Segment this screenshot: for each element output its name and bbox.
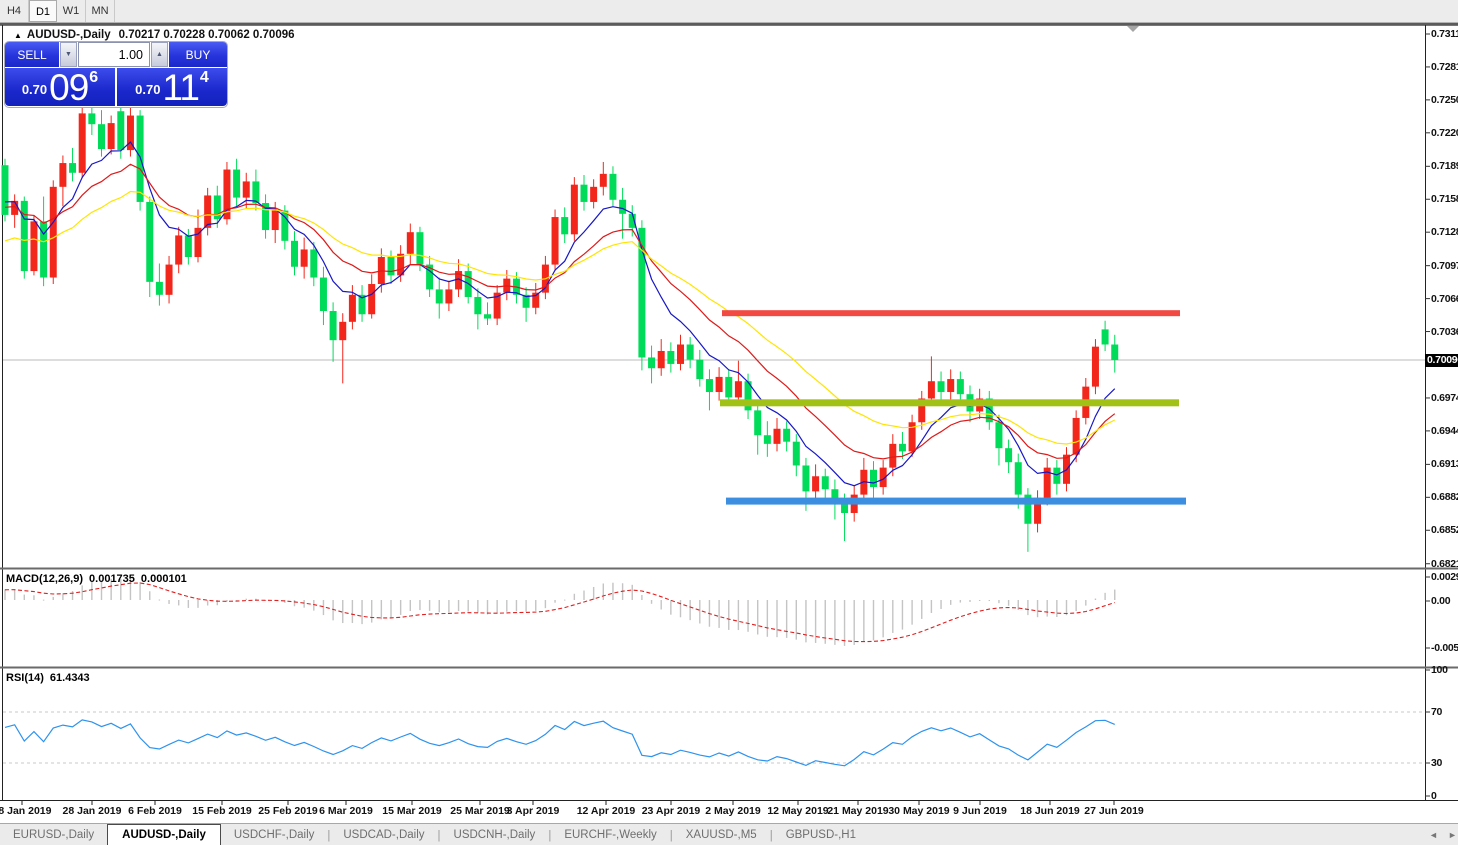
price-axis-label: 0.72505 (1431, 93, 1458, 106)
buy-price-prefix: 0.70 (135, 82, 161, 97)
date-axis-label: 18 Jun 2019 (1020, 805, 1080, 817)
macd-indicator-label: MACD(12,26,9) 0.001735 0.000101 (6, 573, 187, 585)
chart-shift-triangle-icon[interactable] (1127, 26, 1139, 32)
candles[interactable] (1, 97, 1119, 552)
one-click-trading-panel: SELL ▼ 1.00 ▲ BUY 0.70 09 6 0.70 11 4 (5, 42, 227, 107)
price-axis-label: 0.72200 (1431, 126, 1458, 139)
date-axis-label: 30 May 2019 (888, 805, 950, 817)
chart-symbol-label: AUDUSD-,Daily (26, 29, 111, 41)
rsi-axis-label: 0 (1431, 790, 1437, 802)
price-axis-label: 0.69130 (1431, 458, 1458, 471)
sell-price-prefix: 0.70 (21, 82, 48, 97)
sell-price-pip-digit: 6 (89, 69, 99, 86)
rsi-axis-label: 30 (1431, 757, 1443, 769)
macd-axis-label: -0.00525 (1431, 642, 1458, 654)
price-axis-label: 0.70665 (1431, 292, 1458, 305)
collapse-triangle-icon[interactable]: ▲ (14, 31, 22, 40)
chart-ohlc-values: 0.70217 0.70228 0.70062 0.70096 (118, 29, 295, 41)
price-axis-label: 0.68825 (1431, 491, 1458, 504)
date-axis-label: 9 Jun 2019 (953, 805, 1007, 817)
date-axis-label: 6 Mar 2019 (319, 805, 373, 817)
macd-value: 0.001735 (89, 573, 135, 585)
date-axis-label: 21 May 2019 (827, 805, 889, 817)
spin-down-icon: ▼ (65, 51, 72, 58)
volume-input[interactable]: 1.00 (78, 42, 150, 67)
date-axis-label: 28 Jan 2019 (62, 805, 122, 817)
spin-up-icon: ▲ (156, 51, 163, 58)
rsi-axis-label: 70 (1431, 706, 1443, 718)
rsi-axis-label: 100 (1431, 664, 1448, 676)
price-axis-label: 0.69440 (1431, 424, 1458, 437)
buy-price-big-digits: 11 (162, 67, 199, 108)
rsi-indicator-label: RSI(14) 61.4343 (6, 672, 90, 684)
price-axis-label: 0.71280 (1431, 226, 1458, 239)
date-axis-label: 6 Feb 2019 (128, 805, 182, 817)
macd-signal-value: 0.000101 (140, 573, 187, 585)
macd-axis-label: 0.002984 (1431, 571, 1458, 583)
date-axis-label: 23 Apr 2019 (641, 805, 701, 817)
rsi-value: 61.4343 (49, 672, 90, 684)
date-axis-label: 15 Mar 2019 (382, 805, 442, 817)
buy-price-panel[interactable]: 0.70 11 4 (117, 68, 227, 106)
date-axis-label: 12 Apr 2019 (576, 805, 636, 817)
middle-line[interactable] (720, 399, 1179, 407)
buy-price-pip-digit: 4 (199, 69, 209, 86)
current-price-badge: 0.70096 (1425, 353, 1458, 367)
date-axis-label: 12 May 2019 (767, 805, 829, 817)
chart-title: ▲ AUDUSD-,Daily 0.70217 0.70228 0.70062 … (14, 28, 295, 42)
volume-increase-button[interactable]: ▲ (151, 42, 168, 67)
date-axis-label: 15 Feb 2019 (192, 805, 252, 817)
price-axis-label: 0.70970 (1431, 259, 1458, 272)
price-axis-label: 0.72810 (1431, 60, 1458, 73)
price-axis-label: 0.70360 (1431, 325, 1458, 338)
date-axis-label: 25 Mar 2019 (450, 805, 510, 817)
rsi-name: RSI(14) (6, 672, 44, 684)
sell-button[interactable]: SELL (5, 42, 59, 67)
date-axis-label: 3 Apr 2019 (506, 805, 560, 817)
sell-price-big-digits: 09 (49, 67, 89, 108)
price-axis-label: 0.69745 (1431, 391, 1458, 404)
volume-decrease-button[interactable]: ▼ (60, 42, 77, 67)
macd-name: MACD(12,26,9) (6, 573, 84, 585)
mt4-window: H4 D1 W1 MN ▲ AUDUSD-,Daily 0.70217 0.70228… (0, 0, 1458, 845)
price-axis-label: 0.71585 (1431, 193, 1458, 206)
sell-price-panel[interactable]: 0.70 09 6 (5, 68, 115, 106)
date-axis-label: 27 Jun 2019 (1084, 805, 1144, 817)
price-axis-label: 0.73115 (1431, 28, 1458, 40)
macd-signal-line (4, 582, 1115, 643)
macd-axis-label: 0.00 (1431, 595, 1451, 607)
macd-histogram (4, 577, 1116, 646)
price-axis-label: 0.68520 (1431, 524, 1458, 537)
resistance-line[interactable] (722, 310, 1180, 317)
price-axis-label: 0.68210 (1431, 557, 1458, 570)
rsi-line (4, 719, 1115, 767)
price-axis-label: 0.71890 (1431, 160, 1458, 173)
support-line[interactable] (726, 497, 1186, 505)
date-axis-label: 18 Jan 2019 (0, 805, 52, 817)
date-axis-label: 2 May 2019 (705, 805, 761, 817)
buy-button[interactable]: BUY (169, 42, 227, 67)
date-axis-label: 25 Feb 2019 (258, 805, 318, 817)
chart-canvas[interactable] (0, 0, 1458, 845)
